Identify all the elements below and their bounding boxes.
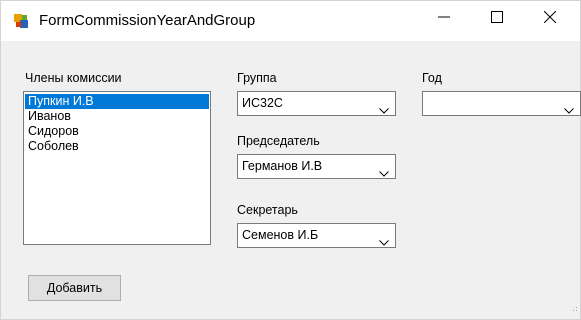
maximize-button[interactable] xyxy=(474,1,520,33)
group-value: ИС32С xyxy=(242,96,283,110)
chevron-down-icon[interactable] xyxy=(379,101,389,119)
winforms-app-icon xyxy=(13,13,29,29)
group-label: Группа xyxy=(237,71,277,85)
chairman-combobox[interactable]: Германов И.В xyxy=(237,154,396,179)
list-item[interactable]: Иванов xyxy=(25,109,209,124)
chevron-down-icon[interactable] xyxy=(379,164,389,182)
secretary-label: Секретарь xyxy=(237,203,298,217)
resize-grip-icon[interactable] xyxy=(570,299,578,317)
title-bar[interactable]: FormCommissionYearAndGroup xyxy=(1,1,580,41)
list-item[interactable]: Соболев xyxy=(25,139,209,154)
minimize-icon xyxy=(438,11,450,23)
list-item[interactable]: Пупкин И.В xyxy=(25,94,209,109)
window-title: FormCommissionYearAndGroup xyxy=(39,12,256,29)
minimize-button[interactable] xyxy=(421,1,467,33)
form-window: FormCommissionYearAndGroup Члены комисси… xyxy=(0,0,581,320)
year-label: Год xyxy=(422,71,442,85)
secretary-value: Семенов И.Б xyxy=(242,228,319,242)
add-button[interactable]: Добавить xyxy=(28,275,121,301)
close-icon xyxy=(544,11,556,23)
chairman-label: Председатель xyxy=(237,134,320,148)
members-label: Члены комиссии xyxy=(25,71,122,85)
members-listbox[interactable]: Пупкин И.В Иванов Сидоров Соболев xyxy=(23,91,211,245)
list-item[interactable]: Сидоров xyxy=(25,124,209,139)
close-button[interactable] xyxy=(527,1,573,33)
chairman-value: Германов И.В xyxy=(242,159,323,173)
year-combobox[interactable] xyxy=(422,91,581,116)
maximize-icon xyxy=(491,11,503,23)
group-combobox[interactable]: ИС32С xyxy=(237,91,396,116)
secretary-combobox[interactable]: Семенов И.Б xyxy=(237,223,396,248)
chevron-down-icon[interactable] xyxy=(564,101,574,119)
chevron-down-icon[interactable] xyxy=(379,233,389,251)
